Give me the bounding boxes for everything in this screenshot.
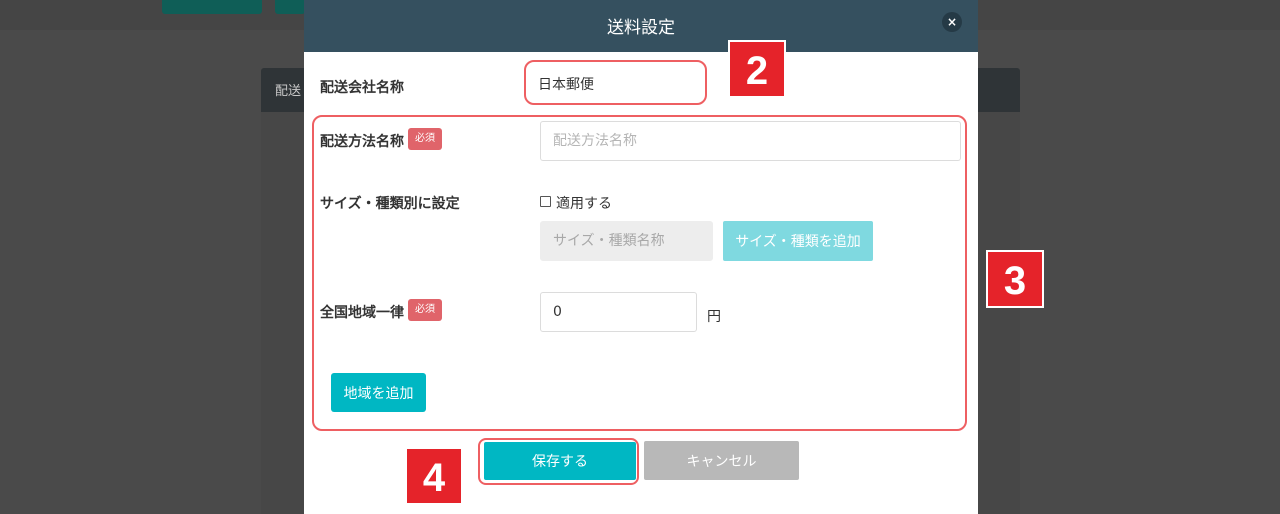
size-type-name-input[interactable] [540, 221, 713, 261]
shipping-method-label: 配送方法名称 [320, 134, 404, 150]
background-button [275, 0, 305, 14]
modal-header: 送料設定 × [304, 0, 978, 52]
size-type-label: サイズ・種類別に設定 [320, 196, 460, 212]
cancel-button[interactable]: キャンセル [644, 441, 799, 480]
currency-unit: 円 [707, 309, 721, 325]
shipping-method-input[interactable] [540, 121, 961, 161]
background-panel-title: 配送 [275, 84, 302, 99]
nationwide-rate-label: 全国地域一律 [320, 305, 404, 321]
company-name-label: 配送会社名称 [320, 80, 404, 96]
shipping-settings-modal: 送料設定 × 配送会社名称 配送方法名称 必須 サイズ・種類別に設定 適用する … [304, 0, 978, 514]
save-button[interactable]: 保存する [484, 442, 636, 480]
background-button [162, 0, 262, 14]
required-badge: 必須 [408, 128, 442, 150]
annotation-marker-2: 2 [728, 40, 786, 98]
apply-size-checkbox-label[interactable]: 適用する [556, 193, 612, 213]
company-name-input[interactable] [526, 64, 704, 104]
modal-title: 送料設定 [607, 18, 675, 38]
required-badge: 必須 [408, 299, 442, 321]
add-size-type-button[interactable]: サイズ・種類を追加 [723, 221, 873, 261]
nationwide-rate-input[interactable] [540, 292, 697, 332]
annotation-marker-3: 3 [986, 250, 1044, 308]
close-icon[interactable]: × [942, 12, 962, 32]
apply-size-checkbox[interactable] [540, 196, 551, 207]
annotation-marker-4: 4 [405, 447, 463, 505]
add-region-button[interactable]: 地域を追加 [331, 373, 426, 412]
